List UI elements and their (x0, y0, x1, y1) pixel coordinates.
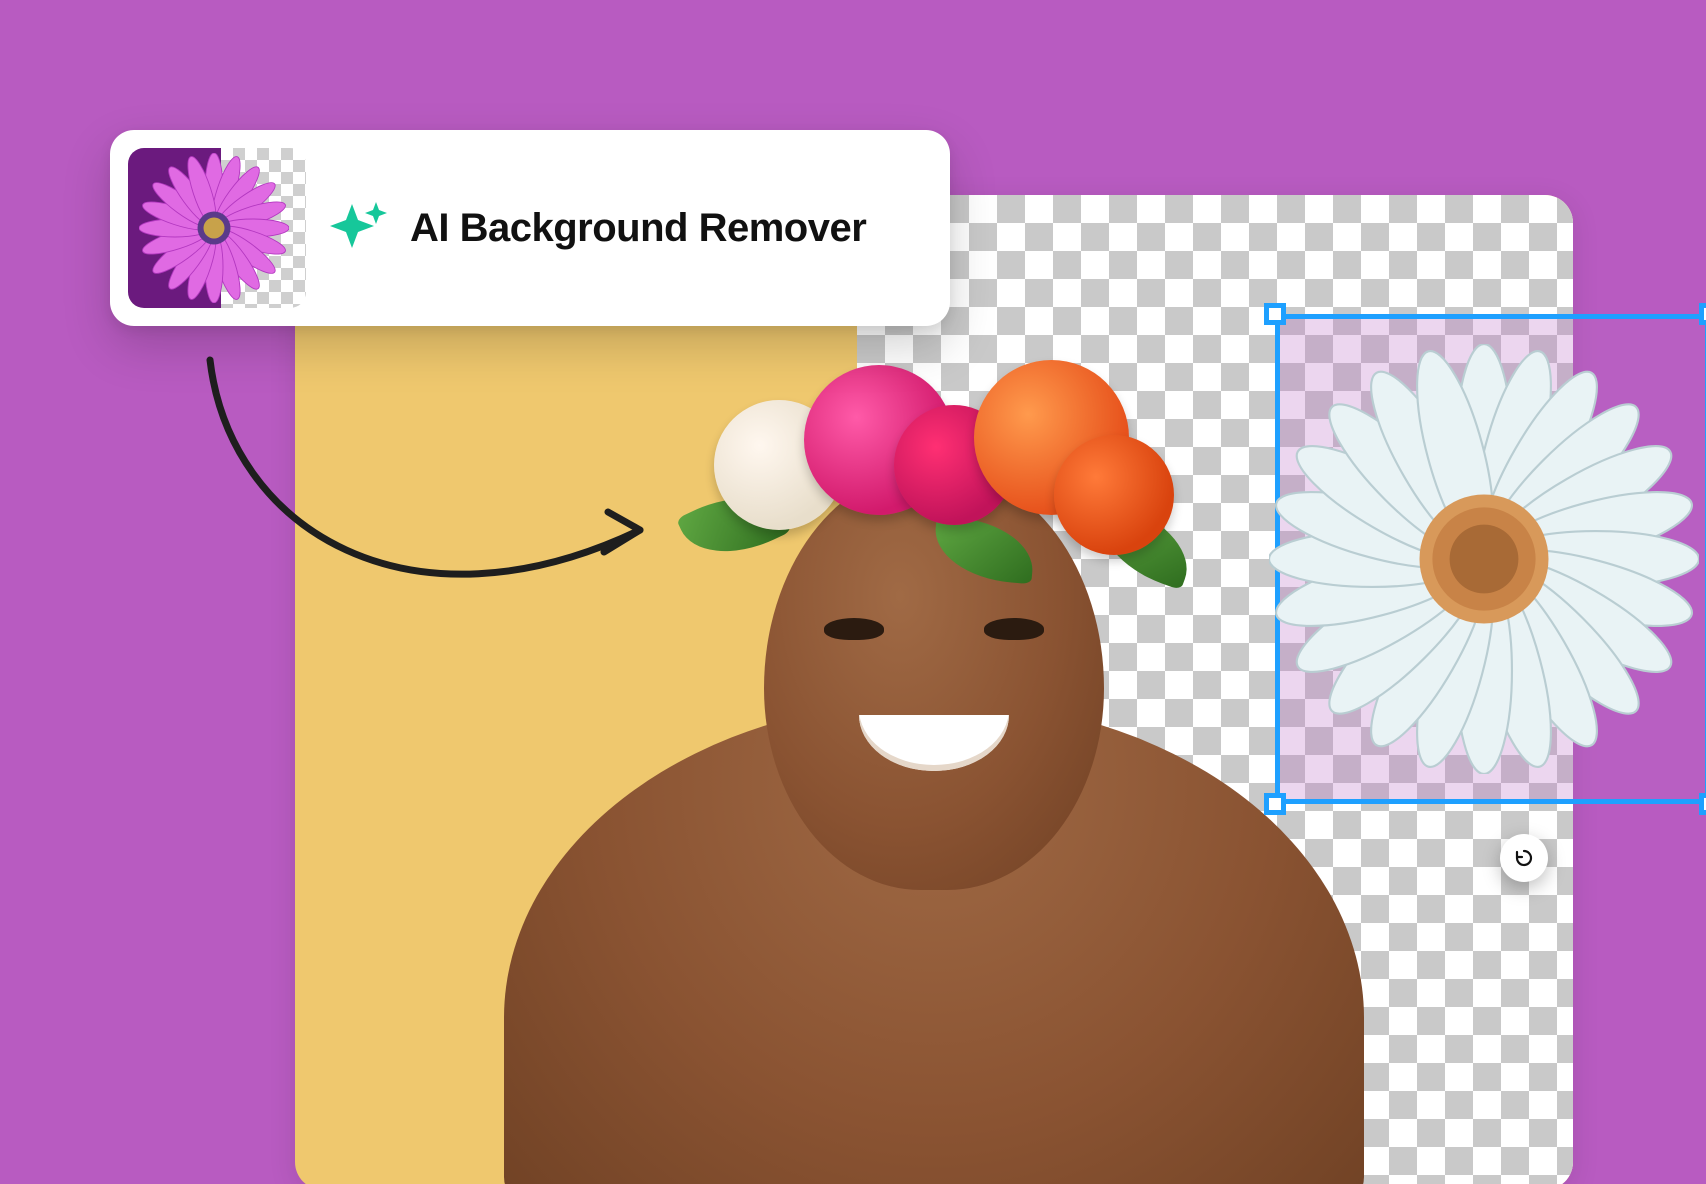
stage: AI Background Remover (0, 0, 1706, 1184)
rotate-button[interactable] (1500, 834, 1548, 882)
selection-handle-bottom-right[interactable] (1699, 793, 1706, 815)
pink-daisy-icon (139, 153, 289, 303)
rotate-ccw-icon (1512, 846, 1536, 870)
flower-crown (674, 345, 1194, 595)
selection-handle-top-left[interactable] (1264, 303, 1286, 325)
ai-background-remover-card[interactable]: AI Background Remover (110, 130, 950, 326)
white-daisy-image[interactable] (1269, 344, 1699, 774)
tool-thumbnail (128, 148, 306, 308)
sparkle-icon (328, 198, 388, 258)
tool-title: AI Background Remover (410, 206, 866, 251)
selection-handle-bottom-left[interactable] (1264, 793, 1286, 815)
selection-handle-top-right[interactable] (1699, 303, 1706, 325)
selection-box[interactable] (1275, 314, 1706, 804)
